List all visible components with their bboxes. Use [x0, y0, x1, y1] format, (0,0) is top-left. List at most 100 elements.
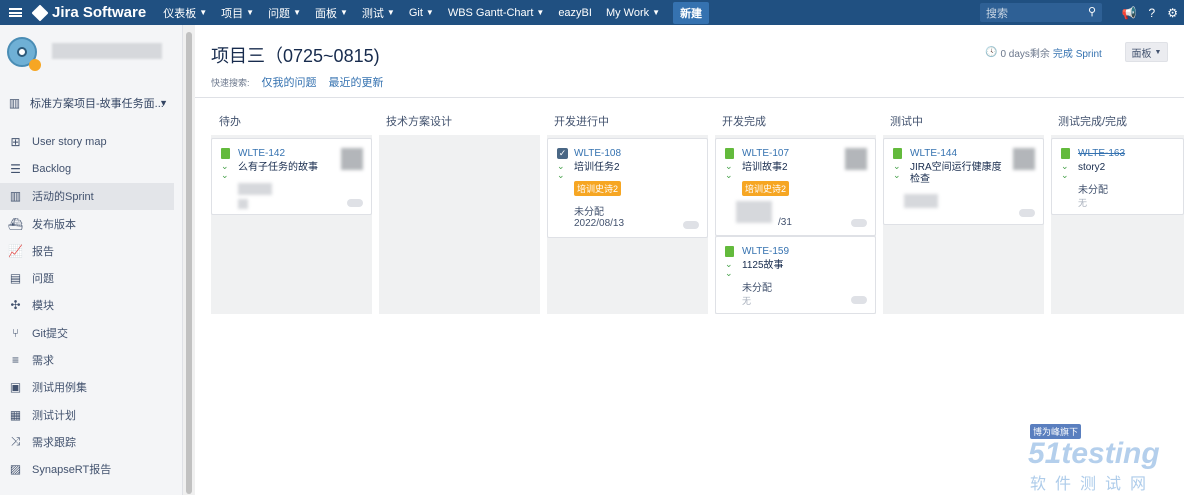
chevron-down-icon: ▼ [159, 98, 168, 108]
nav-git[interactable]: Git ▼ [402, 0, 441, 25]
issue-card[interactable]: WLTE-142 ⌄ ⌄ 么有子任务的故事 [211, 138, 372, 215]
days-in-column-pill [347, 199, 363, 207]
issue-card[interactable]: ✓ WLTE-108 ⌄ ⌄ 培训任务2 培训史诗2 未分配 2022/08/13 [547, 138, 708, 238]
sidebar-scroll-thumb[interactable] [186, 32, 192, 494]
sidebar-item-traceability[interactable]: ⤨ 需求跟踪 [0, 428, 183, 455]
story-icon [221, 148, 230, 159]
issue-key[interactable]: WLTE-142 [238, 148, 285, 159]
days-remaining: 0 days剩余 [1000, 49, 1050, 60]
filter-only-my-issues[interactable]: 仅我的问题 [262, 74, 317, 90]
assignee-field: 未分配 [742, 283, 772, 294]
create-button[interactable]: 新建 [673, 1, 710, 24]
chevron-down-icon: ▼ [199, 8, 208, 17]
epic-label[interactable]: 培训史诗2 [742, 181, 790, 196]
sidebar-item-issues[interactable]: ▤ 问题 [0, 264, 183, 291]
sidebar-item-user-story-map[interactable]: ⊞ User story map [0, 128, 183, 155]
checkbox-task-icon: ✓ [557, 148, 568, 159]
issue-summary: 培训故事2 [742, 162, 788, 173]
puzzle-icon: ✣ [10, 298, 21, 313]
ship-icon: ⛴ [8, 216, 24, 231]
search-input[interactable]: 搜索 ⚲ [980, 3, 1102, 22]
column-header-design: 技术方案设计 [386, 116, 452, 128]
sidebar-item-requirements[interactable]: ≡ 需求 [0, 346, 183, 373]
story-icon [725, 148, 734, 159]
divider [195, 97, 1184, 98]
extra-field: 无 [1078, 198, 1088, 208]
issue-summary: 培训任务2 [574, 162, 620, 173]
backlog-icon: ☰ [10, 161, 21, 176]
sidebar-item-test-plans[interactable]: ▦ 测试计划 [0, 401, 183, 428]
avatar [845, 148, 867, 170]
filter-recently-updated[interactable]: 最近的更新 [329, 74, 384, 90]
column-header-dev-done: 开发完成 [722, 116, 766, 128]
priority-low-icon: ⌄ ⌄ [725, 259, 733, 278]
blurred-field [238, 183, 272, 195]
issue-card[interactable]: WLTE-144 ⌄ ⌄ JIRA空间运行健康度 检查 [883, 138, 1044, 225]
project-name-blurred [52, 43, 162, 59]
git-icon: ⑂ [11, 325, 20, 340]
issue-key[interactable]: WLTE-108 [574, 148, 621, 159]
chevron-down-icon: ▼ [246, 8, 255, 17]
epic-label[interactable]: 培训史诗2 [574, 181, 622, 196]
board-menu-button[interactable]: 面板 ▼ [1125, 42, 1168, 62]
notifications-icon[interactable]: 📢 [1122, 6, 1137, 20]
column-header-todo: 待办 [219, 116, 241, 128]
issue-card[interactable]: WLTE-159 ⌄ ⌄ 1125故事 未分配 无 [715, 236, 876, 314]
priority-low-icon: ⌄ ⌄ [221, 161, 229, 180]
gear-icon[interactable]: ⚙ [1167, 6, 1178, 20]
app-switcher-icon[interactable] [9, 8, 22, 17]
sidebar-item-backlog[interactable]: ☰ Backlog [0, 155, 183, 182]
nav-wbs-gantt[interactable]: WBS Gantt-Chart ▼ [441, 0, 552, 25]
top-nav: Jira Software 仪表板 ▼ 项目 ▼ 问题 ▼ 面板 ▼ 测试 ▼ Git ▼ … [0, 0, 1184, 25]
nav-eazybi[interactable]: eazyBI [551, 0, 599, 25]
sidebar-item-synapsert-reports[interactable]: ▨ SynapseRT报告 [0, 456, 183, 483]
sidebar-item-git-commits[interactable]: ⑂ Git提交 [0, 319, 183, 346]
report-icon: ▨ [9, 462, 22, 477]
nav-projects[interactable]: 项目 ▼ [214, 0, 261, 25]
jira-logo[interactable]: Jira Software [31, 4, 147, 21]
blurred-field [238, 199, 248, 209]
issue-key[interactable]: WLTE-159 [742, 246, 789, 257]
issue-key[interactable]: WLTE-107 [742, 148, 789, 159]
jira-diamond-icon [31, 4, 49, 21]
nav-dashboards[interactable]: 仪表板 ▼ [156, 0, 214, 25]
sidebar-item-components[interactable]: ✣ 模块 [0, 292, 183, 319]
project-avatar[interactable] [7, 37, 41, 71]
sprint-info: 🕓 0 days剩余 完成 Sprint [985, 45, 1102, 60]
nav-issues[interactable]: 问题 ▼ [261, 0, 308, 25]
sidebar-item-reports[interactable]: 📈 报告 [0, 237, 183, 264]
testplan-icon: ▦ [9, 407, 22, 422]
board-icon: ▥ [9, 189, 22, 204]
column-design [379, 135, 540, 314]
column-header-testing: 测试中 [890, 116, 923, 128]
page-title: 项目三（0725~0815) [211, 46, 380, 66]
priority-low-icon: ⌄ ⌄ [1061, 161, 1069, 180]
nav-tests[interactable]: 测试 ▼ [355, 0, 402, 25]
nav-my-work[interactable]: My Work ▼ [599, 0, 667, 25]
days-in-column-pill [851, 296, 867, 304]
story-icon [725, 246, 734, 257]
complete-sprint-link[interactable]: 完成 Sprint [1053, 45, 1102, 60]
column-header-in-dev: 开发进行中 [554, 116, 609, 128]
chevron-down-icon: ▼ [425, 8, 434, 17]
clock-icon: 🕓 [985, 47, 998, 58]
chevron-down-icon: ▼ [339, 8, 348, 17]
sidebar-item-releases[interactable]: ⛴ 发布版本 [0, 210, 183, 237]
quick-filters: 快速搜索: 仅我的问题 最近的更新 [211, 74, 384, 90]
sidebar-item-active-sprint[interactable]: ▥ 活动的Sprint [0, 182, 174, 210]
issue-key[interactable]: WLTE-163 [1078, 148, 1125, 159]
nav-boards[interactable]: 面板 ▼ [308, 0, 355, 25]
issue-card[interactable]: WLTE-107 ⌄ ⌄ 培训故事2 培训史诗2 /31 [715, 138, 876, 236]
search-icon: ⚲ [1087, 6, 1096, 18]
blurred-field [736, 201, 772, 223]
issue-key[interactable]: WLTE-144 [910, 148, 957, 159]
issue-card[interactable]: WLTE-163 ⌄ ⌄ story2 未分配 无 [1051, 138, 1184, 215]
story-icon [893, 148, 902, 159]
logo-text: Jira Software [52, 4, 147, 21]
sidebar-item-test-suites[interactable]: ▣ 测试用例集 [0, 374, 183, 401]
chevron-down-icon: ▼ [386, 8, 395, 17]
issue-summary: 1125故事 [742, 260, 784, 271]
days-in-column-pill [1019, 209, 1035, 217]
board-selector[interactable]: ▥ 标准方案项目-故事任务面... ▼ [7, 95, 175, 111]
help-icon[interactable]: ? [1149, 6, 1156, 20]
